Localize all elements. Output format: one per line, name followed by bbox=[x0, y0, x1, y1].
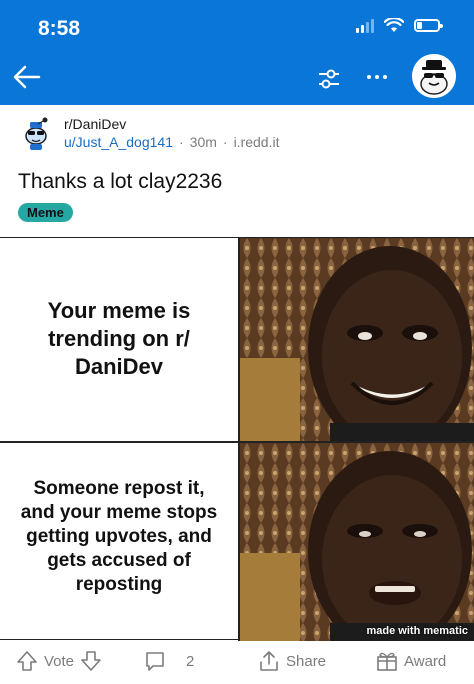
cellular-signal-icon bbox=[356, 18, 374, 33]
more-dots-icon bbox=[367, 75, 371, 79]
gift-award-icon bbox=[377, 652, 397, 671]
award-button[interactable]: Award bbox=[376, 650, 446, 672]
award-label: Award bbox=[404, 652, 447, 670]
meme-bottom-text: Someone repost it, and your meme stops g… bbox=[20, 478, 218, 595]
back-button[interactable] bbox=[10, 60, 44, 94]
share-label: Share bbox=[286, 652, 327, 670]
top-header: 8:58 bbox=[0, 0, 474, 105]
post-title: Thanks a lot clay2236 bbox=[18, 170, 223, 193]
meme-photo-happy bbox=[240, 238, 474, 441]
comment-icon bbox=[146, 652, 164, 671]
meme-divider bbox=[238, 238, 240, 641]
wifi-icon bbox=[384, 18, 404, 32]
post-image[interactable]: Your meme is trending on r/ DaniDev Some… bbox=[0, 237, 474, 641]
meme-top-text: Your meme is trending on r/ DaniDev bbox=[47, 298, 191, 379]
post-meta: r/DaniDev u/Just_A_dog141 · 30m · i.redd… bbox=[18, 114, 279, 152]
status-time: 8:58 bbox=[38, 17, 81, 40]
separator-dot: · bbox=[222, 134, 228, 150]
status-icons bbox=[356, 18, 443, 33]
battery-icon bbox=[414, 19, 443, 32]
more-options-button[interactable] bbox=[362, 64, 392, 90]
meme-divider bbox=[0, 441, 474, 443]
vote-label: Vote bbox=[44, 652, 75, 670]
author-link[interactable]: u/Just_A_dog141 bbox=[64, 134, 173, 150]
downvote-icon[interactable] bbox=[80, 650, 102, 672]
comments-count: 2 bbox=[186, 652, 195, 670]
post-domain[interactable]: i.redd.it bbox=[234, 134, 280, 150]
post-byline: u/Just_A_dog141 · 30m · i.redd.it bbox=[64, 134, 279, 150]
share-button[interactable]: Share bbox=[258, 650, 326, 672]
sort-sliders-icon bbox=[319, 69, 339, 89]
post-flair[interactable]: Meme bbox=[18, 203, 73, 222]
avatar-image bbox=[412, 54, 456, 98]
meme-photo-sad: made with mematic bbox=[240, 443, 474, 641]
subreddit-name[interactable]: r/DaniDev bbox=[64, 116, 279, 132]
separator-dot: · bbox=[178, 134, 184, 150]
comments-button[interactable]: 2 bbox=[144, 650, 194, 672]
post-time: 30m bbox=[189, 134, 217, 150]
user-avatar[interactable] bbox=[412, 54, 456, 98]
vote-control: Vote bbox=[16, 650, 102, 672]
mematic-watermark: made with mematic bbox=[366, 625, 468, 637]
sort-button[interactable] bbox=[316, 66, 342, 92]
subreddit-avatar-icon[interactable] bbox=[18, 114, 54, 152]
share-icon bbox=[260, 651, 278, 671]
arrow-left-icon bbox=[13, 65, 41, 89]
upvote-icon[interactable] bbox=[16, 650, 38, 672]
